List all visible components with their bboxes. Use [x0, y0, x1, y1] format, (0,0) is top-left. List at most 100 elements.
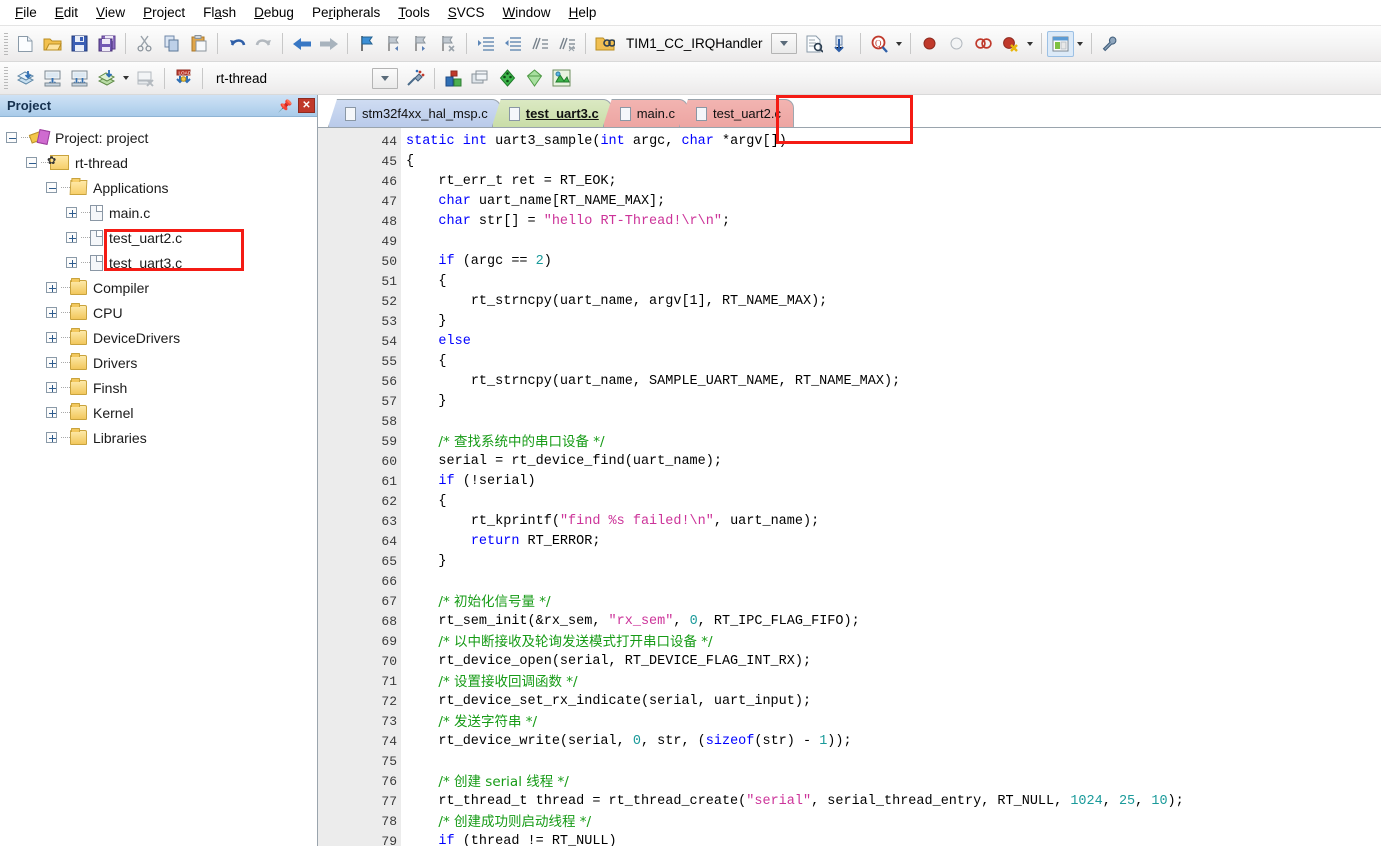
run-to-main-icon[interactable]: [494, 65, 521, 91]
code-line[interactable]: rt_thread_t thread = rt_thread_create("s…: [406, 792, 1381, 812]
code-line[interactable]: /* 设置接收回调函数 */: [406, 672, 1381, 692]
code-line[interactable]: rt_device_open(serial, RT_DEVICE_FLAG_IN…: [406, 652, 1381, 672]
expand-icon[interactable]: [66, 232, 77, 243]
expand-icon[interactable]: [46, 382, 57, 393]
translate-icon[interactable]: [12, 65, 39, 91]
code-line[interactable]: /* 初始化信号量 */: [406, 592, 1381, 612]
bookmark-clear-icon[interactable]: [434, 31, 461, 57]
code-line[interactable]: rt_device_set_rx_indicate(serial, uart_i…: [406, 692, 1381, 712]
toolbar-grip[interactable]: [4, 67, 8, 89]
code-line[interactable]: /* 创建成功则启动线程 */: [406, 812, 1381, 832]
expand-icon[interactable]: [46, 357, 57, 368]
breakpoint-disable-icon[interactable]: [943, 31, 970, 57]
software-packs-icon[interactable]: [548, 65, 575, 91]
code-line[interactable]: serial = rt_device_find(uart_name);: [406, 452, 1381, 472]
navigate-forward-icon[interactable]: [315, 31, 342, 57]
function-combo-dropdown[interactable]: [770, 33, 797, 54]
find-in-files-icon[interactable]: [801, 31, 828, 57]
tree-item-test-uart2-c[interactable]: test_uart2.c: [6, 225, 317, 250]
code-line[interactable]: if (!serial): [406, 472, 1381, 492]
menu-item-flash[interactable]: Flash: [194, 2, 245, 23]
code-line[interactable]: }: [406, 552, 1381, 572]
code-line[interactable]: [406, 412, 1381, 432]
configuration-wizard-icon[interactable]: [1097, 31, 1124, 57]
function-browse-icon[interactable]: [591, 31, 618, 57]
insert-template-icon[interactable]: [828, 31, 855, 57]
batch-build-icon[interactable]: [93, 65, 120, 91]
menu-item-file[interactable]: File: [6, 2, 46, 23]
editor-tab-main-c[interactable]: main.c: [602, 99, 689, 127]
manage-windows-icon[interactable]: [1046, 30, 1074, 57]
expand-icon[interactable]: [46, 307, 57, 318]
download-icon[interactable]: LOAD: [170, 65, 197, 91]
code-line[interactable]: else: [406, 332, 1381, 352]
save-icon[interactable]: [66, 31, 93, 57]
cmsis-icon[interactable]: [521, 65, 548, 91]
save-all-icon[interactable]: [93, 31, 120, 57]
menu-item-debug[interactable]: Debug: [245, 2, 303, 23]
code-line[interactable]: rt_strncpy(uart_name, argv[1], RT_NAME_M…: [406, 292, 1381, 312]
code-line[interactable]: return RT_ERROR;: [406, 532, 1381, 552]
code-line[interactable]: [406, 752, 1381, 772]
expand-icon[interactable]: [46, 282, 57, 293]
tree-item-rt-thread[interactable]: rt-thread: [6, 150, 317, 175]
code-editor[interactable]: 44 45 46 47 48 49 50 51 52 53 54 55 56 57 58 59 60 61 62 63…: [318, 128, 1381, 846]
menu-item-window[interactable]: Window: [494, 2, 560, 23]
indent-icon[interactable]: [472, 31, 499, 57]
code-line[interactable]: [406, 572, 1381, 592]
tree-item-devicedrivers[interactable]: DeviceDrivers: [6, 325, 317, 350]
code-line[interactable]: }: [406, 312, 1381, 332]
paste-icon[interactable]: [185, 31, 212, 57]
code-line[interactable]: rt_kprintf("find %s failed!\n", uart_nam…: [406, 512, 1381, 532]
menu-item-tools[interactable]: Tools: [389, 2, 439, 23]
code-line[interactable]: char uart_name[RT_NAME_MAX];: [406, 192, 1381, 212]
code-text[interactable]: static int uart3_sample(int argc, char *…: [401, 128, 1381, 846]
tree-item-applications[interactable]: Applications: [6, 175, 317, 200]
search-dropdown-arrow[interactable]: [893, 31, 905, 57]
cut-icon[interactable]: [131, 31, 158, 57]
rebuild-icon[interactable]: [66, 65, 93, 91]
code-line[interactable]: {: [406, 492, 1381, 512]
bookmark-next-icon[interactable]: [407, 31, 434, 57]
tree-item-cpu[interactable]: CPU: [6, 300, 317, 325]
menu-item-edit[interactable]: Edit: [46, 2, 87, 23]
code-line[interactable]: /* 查找系统中的串口设备 */: [406, 432, 1381, 452]
stop-build-icon[interactable]: [132, 65, 159, 91]
code-line[interactable]: [406, 232, 1381, 252]
new-file-icon[interactable]: [12, 31, 39, 57]
menu-item-help[interactable]: Help: [560, 2, 606, 23]
code-line[interactable]: rt_sem_init(&rx_sem, "rx_sem", 0, RT_IPC…: [406, 612, 1381, 632]
menu-item-project[interactable]: Project: [134, 2, 194, 23]
code-line[interactable]: /* 发送字符串 */: [406, 712, 1381, 732]
bookmark-prev-icon[interactable]: [380, 31, 407, 57]
expand-icon[interactable]: [46, 332, 57, 343]
expand-icon[interactable]: [66, 257, 77, 268]
close-icon[interactable]: ✕: [298, 98, 315, 113]
collapse-icon[interactable]: [6, 132, 17, 143]
pin-icon[interactable]: 📌: [275, 97, 295, 115]
open-file-icon[interactable]: [39, 31, 66, 57]
expand-icon[interactable]: [46, 407, 57, 418]
search-icon[interactable]: Q: [866, 31, 893, 57]
outdent-icon[interactable]: [499, 31, 526, 57]
breakpoint-disable-all-icon[interactable]: [997, 31, 1024, 57]
manage-windows-dropdown-arrow[interactable]: [1074, 31, 1086, 57]
tree-item-kernel[interactable]: Kernel: [6, 400, 317, 425]
navigate-back-icon[interactable]: [288, 31, 315, 57]
target-combo-dropdown[interactable]: [372, 67, 398, 89]
menu-item-view[interactable]: View: [87, 2, 134, 23]
tree-item-drivers[interactable]: Drivers: [6, 350, 317, 375]
manage-project-items-icon[interactable]: [440, 65, 467, 91]
code-line[interactable]: {: [406, 152, 1381, 172]
code-line[interactable]: {: [406, 352, 1381, 372]
code-line[interactable]: rt_strncpy(uart_name, SAMPLE_UART_NAME, …: [406, 372, 1381, 392]
breakpoint-kill-all-icon[interactable]: [970, 31, 997, 57]
redo-icon[interactable]: [250, 31, 277, 57]
tree-item-libraries[interactable]: Libraries: [6, 425, 317, 450]
code-line[interactable]: /* 创建 serial 线程 */: [406, 772, 1381, 792]
editor-tab-test-uart2-c[interactable]: test_uart2.c: [679, 99, 794, 127]
code-line[interactable]: }: [406, 392, 1381, 412]
breakpoint-insert-icon[interactable]: [916, 31, 943, 57]
code-line[interactable]: rt_device_write(serial, 0, str, (sizeof(…: [406, 732, 1381, 752]
tree-item-project-project[interactable]: Project: project: [6, 125, 317, 150]
